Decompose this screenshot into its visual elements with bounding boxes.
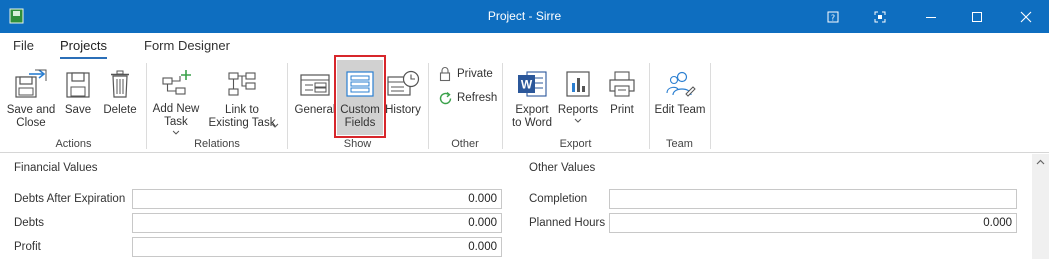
link-existing-task-text: Link to Existing Task	[208, 104, 276, 129]
group-label-relations: Relations	[194, 138, 240, 150]
word-icon: W	[516, 63, 548, 99]
print-button[interactable]: Print	[604, 63, 640, 135]
link-existing-task-button[interactable]: Link to Existing Task	[204, 63, 280, 135]
refresh-button[interactable]: Refresh	[437, 90, 497, 106]
reports-button[interactable]: Reports	[557, 63, 599, 135]
history-label: History	[385, 104, 421, 116]
trash-icon	[108, 63, 132, 99]
ribbon: Save and Close Save Delete Actions Add N…	[0, 59, 1049, 153]
tab-file[interactable]: File	[13, 38, 34, 53]
group-divider	[146, 63, 147, 149]
general-button[interactable]: General	[295, 63, 335, 135]
maximize-button[interactable]	[954, 0, 1000, 33]
export-to-word-label: Export to Word	[511, 104, 553, 129]
add-task-icon	[160, 63, 192, 98]
refresh-label: Refresh	[457, 92, 498, 104]
general-form-icon	[299, 63, 331, 99]
svg-text:?: ?	[831, 13, 835, 22]
completion-label: Completion	[529, 193, 588, 205]
debts-label: Debts	[14, 217, 45, 229]
other-values-title: Other Values	[529, 162, 596, 174]
tab-form-designer[interactable]: Form Designer	[144, 38, 230, 53]
link-task-icon	[226, 63, 258, 99]
delete-label: Delete	[103, 104, 137, 116]
save-and-close-button[interactable]: Save and Close	[4, 63, 58, 135]
edit-team-button[interactable]: Edit Team	[654, 63, 706, 135]
minimize-button[interactable]	[908, 0, 954, 33]
custom-fields-highlight	[334, 55, 386, 138]
private-button[interactable]: Private	[437, 66, 493, 82]
group-divider	[502, 63, 503, 149]
add-new-task-button[interactable]: Add New Task	[152, 63, 200, 135]
group-divider	[710, 63, 711, 149]
group-divider	[428, 63, 429, 149]
refresh-icon	[437, 90, 453, 106]
restore-size-icon	[874, 11, 886, 22]
planned-hours-field[interactable]: 0.000	[609, 213, 1017, 233]
minimize-icon	[926, 16, 936, 18]
help-button[interactable]: ?	[810, 0, 856, 33]
delete-button[interactable]: Delete	[101, 63, 139, 135]
save-icon	[64, 63, 92, 99]
debts-after-expiration-field[interactable]: 0.000	[132, 189, 502, 209]
profit-label: Profit	[14, 241, 41, 253]
group-label-export: Export	[559, 138, 592, 150]
title-bar: Project - Sirre ?	[0, 0, 1049, 33]
group-label-team: Team	[666, 138, 693, 150]
chevron-down-icon	[172, 130, 180, 135]
group-label-show: Show	[343, 138, 372, 150]
vertical-scrollbar[interactable]	[1032, 154, 1049, 259]
restore-size-button[interactable]	[857, 0, 903, 33]
svg-text:W: W	[521, 78, 533, 92]
chevron-down-icon	[574, 118, 582, 123]
lock-icon	[437, 66, 453, 82]
add-new-task-label: Add New Task	[152, 103, 200, 129]
tab-projects[interactable]: Projects	[60, 38, 107, 59]
tab-projects-label: Projects	[60, 38, 107, 53]
planned-hours-label: Planned Hours	[529, 217, 606, 229]
completion-field[interactable]	[609, 189, 1017, 209]
close-button[interactable]	[1003, 0, 1049, 33]
history-icon	[386, 63, 420, 99]
group-divider	[287, 63, 288, 149]
printer-icon	[607, 63, 637, 99]
print-label: Print	[610, 104, 634, 116]
debts-after-expiration-label: Debts After Expiration	[14, 193, 126, 205]
reports-icon	[564, 63, 592, 99]
edit-team-icon	[664, 63, 696, 99]
history-button[interactable]: History	[385, 63, 421, 135]
reports-label: Reports	[557, 104, 599, 116]
group-label-other: Other	[451, 138, 479, 150]
link-existing-task-label: Link to Existing Task	[209, 104, 276, 130]
save-and-close-label: Save and Close	[6, 104, 56, 129]
maximize-icon	[972, 11, 982, 22]
form-content: Financial Values Other Values Debts Afte…	[0, 154, 1049, 259]
help-icon: ?	[827, 11, 839, 22]
close-icon	[1020, 11, 1032, 22]
private-label: Private	[457, 68, 493, 80]
group-label-actions: Actions	[55, 138, 92, 150]
chevron-down-icon	[271, 123, 279, 128]
save-label: Save	[64, 104, 92, 116]
scroll-up-icon[interactable]	[1036, 159, 1045, 165]
edit-team-label: Edit Team	[654, 104, 706, 116]
profit-field[interactable]: 0.000	[132, 237, 502, 257]
save-button[interactable]: Save	[61, 63, 95, 135]
group-divider	[649, 63, 650, 149]
debts-field[interactable]: 0.000	[132, 213, 502, 233]
export-to-word-button[interactable]: W Export to Word	[510, 63, 554, 135]
financial-values-title: Financial Values	[14, 162, 98, 174]
general-label: General	[294, 104, 336, 116]
save-and-close-icon	[13, 63, 49, 99]
menu-bar: File Projects Form Designer	[0, 33, 1049, 59]
